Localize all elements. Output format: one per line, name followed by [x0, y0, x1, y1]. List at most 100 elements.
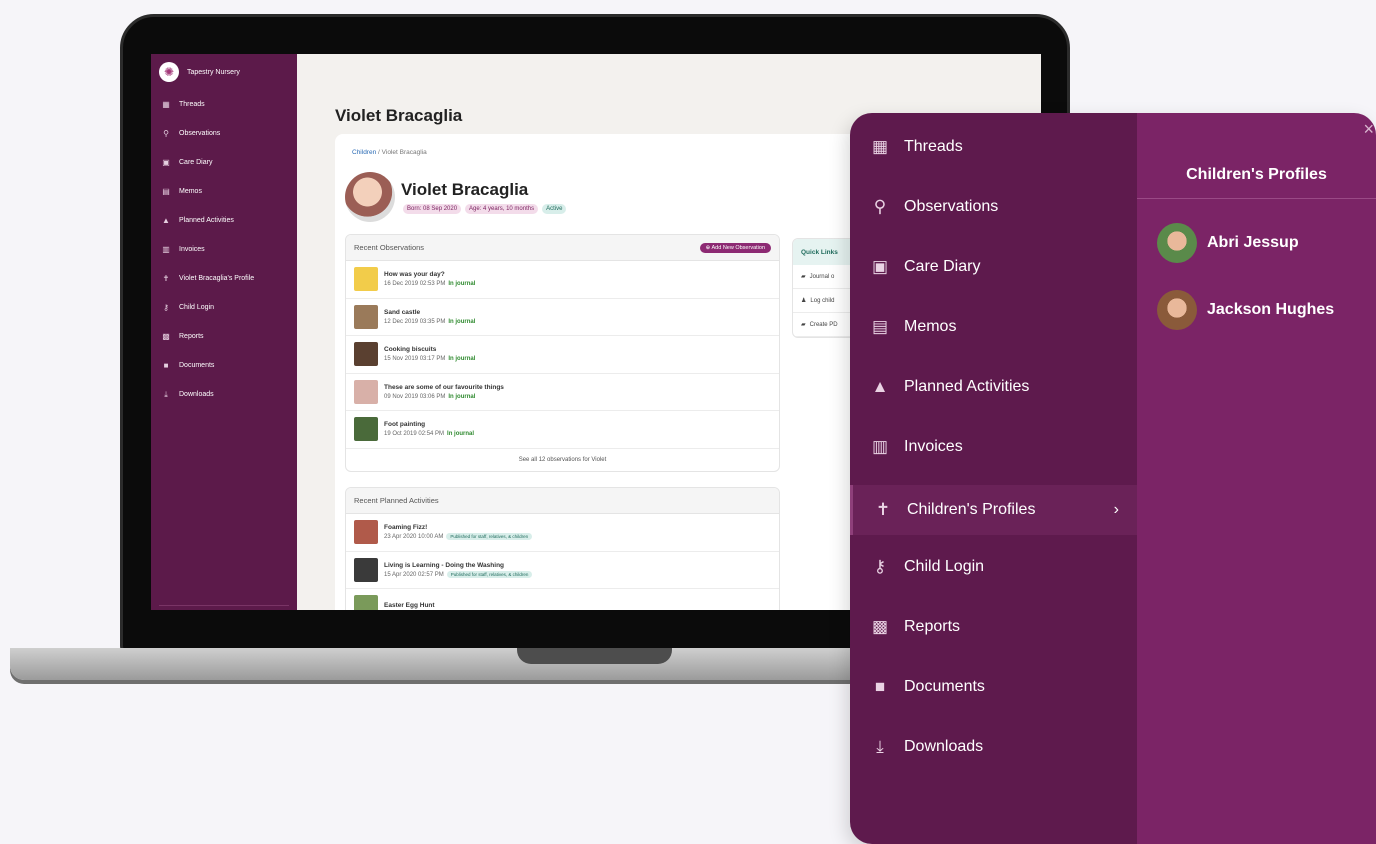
sidebar-item[interactable]: ✝ Violet Bracaglia's Profile — [151, 264, 297, 293]
children-profiles-submenu: × Children's Profiles Abri Jessup Jackson… — [1137, 113, 1376, 844]
menu-item[interactable]: ▥ Invoices — [850, 422, 1137, 472]
published-badge: Published for staff, relatives, & childr… — [446, 570, 533, 578]
menu-item-label: Planned Activities — [904, 378, 1030, 395]
observation-meta: 09 Nov 2019 03:06 PM In journal — [384, 394, 504, 400]
see-all-observations-link[interactable]: See all 12 observations for Violet — [346, 449, 779, 471]
download-icon: ⤓ — [876, 737, 884, 756]
menu-item-label: Invoices — [904, 438, 963, 455]
planned-activity-text: Living is Learning - Doing the Washing 15… — [384, 561, 533, 578]
navigation-overlay: ▦ Threads ⚲ Observations ▣ Care Diary ▤ Memos ▲ P… — [850, 113, 1376, 844]
quick-link-icon: ▰ — [801, 274, 806, 280]
close-icon[interactable]: × — [1363, 119, 1374, 140]
planned-activity-title: Living is Learning - Doing the Washing — [384, 561, 505, 569]
sidebar-item-label: Memos — [179, 188, 202, 195]
sidebar-item[interactable]: ⚷ Child Login — [151, 293, 297, 322]
child-avatar — [345, 172, 395, 222]
screen-sidebar-list: ▦ Threads ⚲ Observations ▣ Care Diary ▤ Memos ▲ P… — [151, 90, 297, 409]
sidebar-item[interactable]: ▥ Invoices — [151, 235, 297, 264]
menu-item[interactable]: ▣ Care Diary — [850, 242, 1137, 292]
sidebar-item-label: Child Login — [179, 304, 215, 311]
planned-activities-icon: ▲ — [162, 216, 170, 225]
planned-activity-text: Easter Egg Hunt — [384, 602, 435, 610]
add-observation-label: Add New Observation — [711, 244, 766, 251]
sidebar-item[interactable]: ⤓ Downloads — [151, 380, 297, 409]
screen-sidebar: ✺ Tapestry Nursery ▦ Threads ⚲ Observations… — [151, 54, 297, 610]
observation-text: These are some of our favourite things 09… — [384, 384, 504, 400]
breadcrumb-children-link[interactable]: Children — [352, 149, 376, 156]
folder-icon: ■ — [874, 677, 886, 696]
menu-item-label: Downloads — [904, 738, 984, 755]
sidebar-item-label: Observations — [179, 130, 221, 137]
recent-planned-header: Recent Planned Activities — [346, 488, 779, 514]
sidebar-item[interactable]: ▦ Threads — [151, 90, 297, 119]
observation-row[interactable]: Cooking biscuits 15 Nov 2019 03:17 PM In j… — [346, 336, 779, 374]
brand-name: Tapestry Nursery — [187, 68, 240, 76]
born-badge: Born: 08 Sep 2020 — [403, 204, 462, 214]
brand[interactable]: ✺ Tapestry Nursery — [151, 54, 297, 90]
planned-activity-text: Foaming Fizz! 23 Apr 2020 10:00 AM Publish… — [384, 524, 533, 541]
care-diary-icon: ▣ — [871, 257, 889, 276]
observation-title: Foot painting — [384, 421, 426, 429]
observation-row[interactable]: Sand castle 12 Dec 2019 03:35 PM In journa… — [346, 299, 779, 336]
menu-item-label: Documents — [904, 678, 985, 695]
menu-item[interactable]: ▤ Memos — [850, 302, 1137, 352]
planned-activity-thumbnail — [354, 557, 378, 582]
observation-text: Cooking biscuits 15 Nov 2019 03:17 PM In j… — [384, 346, 475, 362]
menu-item[interactable]: ▩ Reports — [850, 602, 1137, 652]
add-observation-button[interactable]: ⊕ Add New Observation — [699, 242, 771, 253]
observation-text: How was your day? 16 Dec 2019 02:53 PM In … — [384, 271, 475, 287]
observation-date: 12 Dec 2019 03:35 PM — [384, 318, 446, 325]
sidebar-item[interactable]: ▣ Care Diary — [151, 148, 297, 177]
sidebar-footer-divider — [159, 605, 289, 606]
menu-item-label: Reports — [904, 618, 961, 635]
observation-meta: 12 Dec 2019 03:35 PM In journal — [384, 319, 475, 325]
breadcrumb: Children / Violet Bracaglia — [352, 149, 427, 156]
observation-row[interactable]: These are some of our favourite things 09… — [346, 374, 779, 411]
recent-observations-panel: Recent Observations ⊕ Add New Observatio… — [345, 234, 780, 472]
download-icon: ⤓ — [164, 389, 168, 399]
tapestry-logo-icon: ✺ — [159, 62, 179, 82]
menu-item[interactable]: ■ Documents — [850, 662, 1137, 712]
menu-item[interactable]: ▦ Threads — [850, 122, 1137, 172]
observation-thumbnail — [354, 267, 378, 292]
stage: ✺ Tapestry Nursery ▦ Threads ⚲ Observations… — [0, 0, 1376, 844]
sidebar-item-label: Violet Bracaglia's Profile — [179, 275, 255, 282]
sidebar-item[interactable]: ▩ Reports — [151, 322, 297, 351]
sidebar-item[interactable]: ▲ Planned Activities — [151, 206, 297, 235]
breadcrumb-separator: / — [378, 149, 380, 156]
menu-item[interactable]: ✝ Children's Profiles › — [850, 485, 1137, 535]
observation-row[interactable]: Foot painting 19 Oct 2019 02:54 PM In jour… — [346, 411, 779, 449]
menu-item[interactable]: ⚲ Observations — [850, 182, 1137, 232]
sidebar-item[interactable]: ■ Documents — [151, 351, 297, 380]
planned-activity-title: Foaming Fizz! — [384, 524, 428, 532]
child-profile-item[interactable]: Jackson Hughes — [1157, 290, 1334, 330]
menu-item[interactable]: ⤓ Downloads — [850, 722, 1137, 772]
planned-activity-row[interactable]: Living is Learning - Doing the Washing 15… — [346, 552, 779, 589]
profile-icon: ✝ — [162, 274, 170, 283]
planned-activity-row[interactable]: Easter Egg Hunt — [346, 589, 779, 610]
observation-meta: 15 Nov 2019 03:17 PM In journal — [384, 356, 475, 362]
sidebar-item-label: Reports — [179, 333, 204, 340]
observation-date: 16 Dec 2019 02:53 PM — [384, 281, 446, 288]
sidebar-item[interactable]: ▤ Memos — [151, 177, 297, 206]
observation-row[interactable]: How was your day? 16 Dec 2019 02:53 PM In … — [346, 261, 779, 299]
threads-icon: ▦ — [871, 137, 889, 156]
sidebar-item-label: Documents — [179, 362, 215, 369]
planned-activity-row[interactable]: Foaming Fizz! 23 Apr 2020 10:00 AM Publish… — [346, 514, 779, 552]
recent-planned-title: Recent Planned Activities — [354, 496, 439, 505]
child-profile-item[interactable]: Abri Jessup — [1157, 223, 1299, 263]
menu-item[interactable]: ⚷ Child Login — [850, 542, 1137, 592]
menu-item[interactable]: ▲ Planned Activities — [850, 362, 1137, 412]
planned-activities-icon: ▲ — [871, 377, 889, 396]
planned-list: Foaming Fizz! 23 Apr 2020 10:00 AM Publish… — [346, 514, 779, 610]
child-tags: Born: 08 Sep 2020 Age: 4 years, 10 month… — [403, 204, 567, 214]
menu-item-label: Care Diary — [904, 258, 981, 275]
planned-activity-thumbnail — [354, 520, 378, 545]
observation-title: How was your day? — [384, 271, 445, 279]
sidebar-item[interactable]: ⚲ Observations — [151, 119, 297, 148]
observation-thumbnail — [354, 342, 378, 367]
observation-thumbnail — [354, 379, 378, 404]
reports-icon: ▩ — [871, 617, 889, 636]
reports-icon: ▩ — [162, 332, 170, 341]
recent-planned-panel: Recent Planned Activities Foaming Fizz! 2… — [345, 487, 780, 610]
